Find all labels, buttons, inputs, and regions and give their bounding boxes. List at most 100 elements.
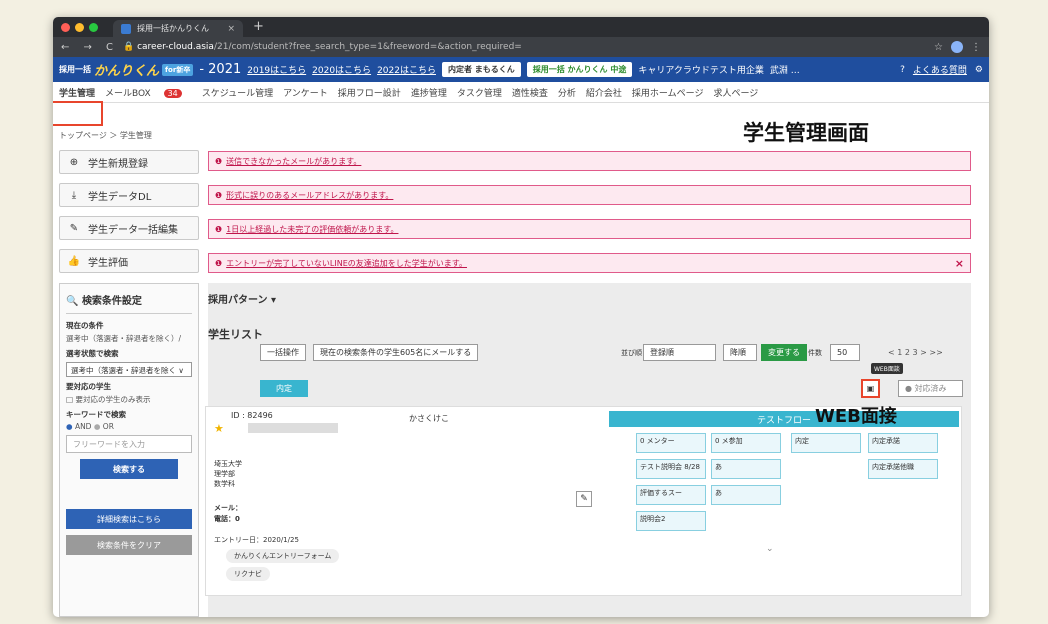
menu-analysis[interactable]: 分析 xyxy=(558,86,576,99)
menu-schedule[interactable]: スケジュール管理 xyxy=(202,86,273,99)
menu-mailbox[interactable]: メールBOX 34 xyxy=(105,86,192,99)
search-button[interactable]: 検索する xyxy=(80,459,178,479)
browser-tab[interactable]: 採用一括かんりくん × xyxy=(113,20,243,37)
menu-agency[interactable]: 紹介会社 xyxy=(586,86,622,99)
back-icon[interactable]: ← xyxy=(61,42,69,53)
year-link-2019[interactable]: 2019はこちら xyxy=(247,63,306,76)
target-checkbox[interactable]: □ 要対応の学生のみ表示 xyxy=(66,394,192,405)
close-icon[interactable]: × xyxy=(955,257,964,270)
flow-cell[interactable]: 0 メ参加 xyxy=(711,433,781,453)
year-link-2020[interactable]: 2020はこちら xyxy=(312,63,371,76)
help-icon[interactable]: ? xyxy=(900,65,905,75)
alert-icon: ❶ xyxy=(215,156,223,166)
bulk-edit-button[interactable]: ✎ 学生データ一括編集 xyxy=(59,216,199,240)
student-eval-button[interactable]: 👍 学生評価 xyxy=(59,249,199,273)
highlight-student-menu xyxy=(53,101,103,126)
minimize-window-button[interactable] xyxy=(75,22,84,32)
flow-cell[interactable]: 説明会2 xyxy=(636,511,706,531)
detail-search-button[interactable]: 詳細検索はこちら xyxy=(66,509,192,529)
flow-cell[interactable]: 0 メンター xyxy=(636,433,706,453)
current-condition-label: 現在の条件 xyxy=(66,321,104,330)
close-window-button[interactable] xyxy=(61,22,70,32)
done-select[interactable]: ● 対応済み xyxy=(898,380,963,397)
sidebar-actions: ⊕ 学生新規登録 ⤓ 学生データDL ✎ 学生データ一括編集 👍 学生評価 xyxy=(59,150,199,282)
keyword-label: キーワードで検索 xyxy=(66,410,126,419)
menu-jobs[interactable]: 求人ページ xyxy=(713,86,758,99)
mail-count-badge: 34 xyxy=(163,88,182,98)
mail-all-button[interactable]: 現在の検索条件の学生605名にメールする xyxy=(313,344,479,361)
new-student-button[interactable]: ⊕ 学生新規登録 xyxy=(59,150,199,174)
sort-select[interactable]: 登録順 xyxy=(643,344,716,361)
alert-icon: ❶ xyxy=(215,258,223,268)
or-radio[interactable]: ● xyxy=(94,422,101,431)
student-download-button[interactable]: ⤓ 学生データDL xyxy=(59,183,199,207)
new-student-label: 学生新規登録 xyxy=(88,158,148,170)
status-select[interactable]: 選考中（落選者・辞退者を除く ∨ xyxy=(66,362,192,377)
bookmark-star-icon[interactable]: ☆ xyxy=(934,42,943,53)
favicon-icon xyxy=(121,23,131,34)
pattern-label[interactable]: 採用パターン ▾ xyxy=(208,291,276,306)
status-tag[interactable]: 内定 xyxy=(260,380,308,397)
alert-eval-request[interactable]: ❶ 1日以上経過した未完了の評価依頼があります。 xyxy=(208,219,971,239)
tab-close-icon[interactable]: × xyxy=(227,24,235,34)
flow-cell[interactable]: テスト説明会 8/28 xyxy=(636,459,706,479)
chuto-link[interactable]: 採用一括 かんりくん 中途 xyxy=(526,62,633,77)
maximize-window-button[interactable] xyxy=(89,22,98,32)
menu-aptitude[interactable]: 適性検査 xyxy=(512,86,548,99)
eval-label: 学生評価 xyxy=(88,257,128,269)
menu-task[interactable]: タスク管理 xyxy=(457,86,502,99)
and-label: AND xyxy=(74,422,92,431)
chevron-down-icon[interactable]: ⌄ xyxy=(766,544,774,554)
app-header: 採用一括 かんりくん for新卒 - 2021 2019はこちら 2020はこち… xyxy=(53,57,989,82)
company-name: キャリアクラウドテスト用企業 xyxy=(638,66,764,76)
mail-label: メール： xyxy=(214,504,242,512)
screen-annotation-label: 学生管理画面 xyxy=(743,121,869,145)
star-icon[interactable]: ★ xyxy=(214,422,224,435)
entry-form-tag: かんりくんエントリーフォーム xyxy=(226,549,340,563)
user-name[interactable]: 武淵 … xyxy=(770,63,800,76)
memo-edit-icon[interactable]: ✎ xyxy=(576,491,592,507)
title-bar: 採用一括かんりくん × + xyxy=(53,17,989,37)
flow-cell[interactable]: あ xyxy=(711,459,781,479)
new-tab-button[interactable]: + xyxy=(253,19,264,34)
flow-cell[interactable]: 内定 xyxy=(791,433,861,453)
logo-badge: for新卒 xyxy=(162,63,194,76)
pager[interactable]: < 1 2 3 > >> xyxy=(888,348,943,357)
alert-invalid-address[interactable]: ❶ 形式に誤りのあるメールアドレスがあります。 xyxy=(208,185,971,205)
menu-progress[interactable]: 進捗管理 xyxy=(411,86,447,99)
url-input[interactable]: 🔒 career-cloud.asia/21/com/student?free_… xyxy=(123,42,934,52)
entry-date: エントリー日：2020/1/25 xyxy=(214,536,299,544)
web-interview-button[interactable]: ▣ xyxy=(861,379,880,398)
menu-homepage[interactable]: 採用ホームページ xyxy=(632,86,704,99)
browser-menu-icon[interactable]: ⋮ xyxy=(971,42,981,53)
menu-student[interactable]: 学生管理 xyxy=(59,86,95,99)
freeword-input[interactable]: フリーワードを入力 xyxy=(66,435,192,453)
alert-failed-mail[interactable]: ❶ 送信できなかったメールがあります。 xyxy=(208,151,971,171)
forward-icon[interactable]: → xyxy=(84,42,92,53)
url-path: /21/com/student?free_search_type=1&freew… xyxy=(213,42,522,52)
reload-icon[interactable]: C xyxy=(106,42,113,53)
year-link-2022[interactable]: 2022はこちら xyxy=(377,63,436,76)
student-kana: かさくけこ xyxy=(409,414,449,423)
count-label: 件数 xyxy=(808,349,822,357)
menu-survey[interactable]: アンケート xyxy=(283,86,328,99)
flow-cell[interactable]: 評価するスー xyxy=(636,485,706,505)
app-logo[interactable]: 採用一括 かんりくん for新卒 xyxy=(59,60,194,79)
clear-search-button[interactable]: 検索条件をクリア xyxy=(66,535,192,555)
faq-link[interactable]: よくある質問 xyxy=(913,63,967,76)
and-radio[interactable]: ● xyxy=(66,422,73,431)
profile-icon[interactable] xyxy=(951,41,963,53)
count-select[interactable]: 50 xyxy=(830,344,860,361)
menu-flow[interactable]: 採用フロー設計 xyxy=(338,86,401,99)
gear-icon[interactable]: ⚙ xyxy=(975,65,983,75)
flow-cell[interactable]: あ xyxy=(711,485,781,505)
mamoru-kun-link[interactable]: 内定者 まもるくん xyxy=(441,62,521,77)
flow-cell[interactable]: 内定承諾 xyxy=(868,433,938,453)
change-button[interactable]: 変更する xyxy=(761,344,807,361)
flow-cell[interactable]: 内定承諾他職 xyxy=(868,459,938,479)
sort-label: 並び順 xyxy=(621,349,642,357)
bulk-operation-button[interactable]: 一括操作 xyxy=(260,344,306,361)
alert-line-entry[interactable]: ❶ エントリーが完了していないLINEの友達追加をした学生がいます。 × xyxy=(208,253,971,273)
thumbs-up-icon: 👍 xyxy=(67,255,81,267)
order-select[interactable]: 降順 xyxy=(723,344,757,361)
